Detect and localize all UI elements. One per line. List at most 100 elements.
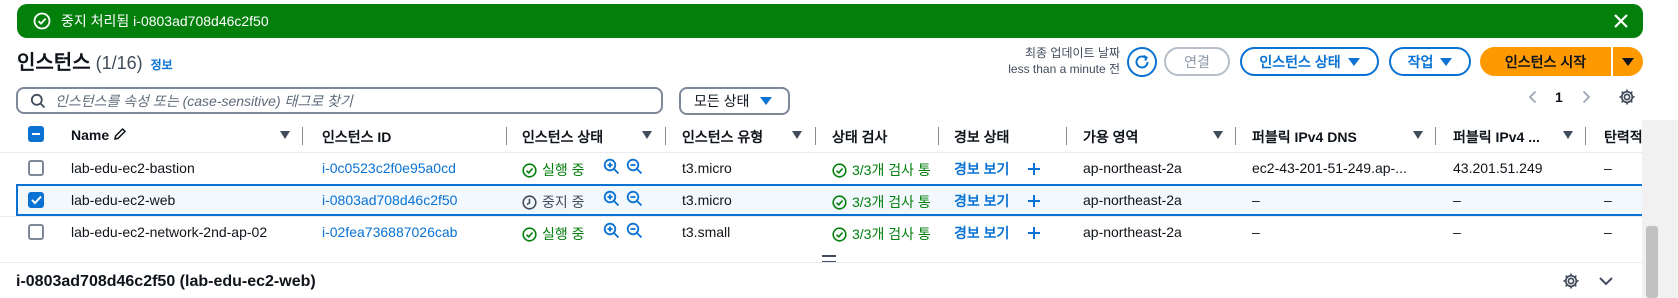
zoom-controls [603,158,643,175]
sort-caret-icon[interactable] [792,131,802,139]
instance-state-button[interactable]: 인스턴스 상태 [1240,47,1379,76]
view-alarms-link[interactable]: 경보 보기 [954,159,1009,179]
select-all-checkbox[interactable] [28,126,44,142]
column-header-public-dns[interactable]: 퍼블릭 IPv4 DNS [1252,127,1357,147]
caret-down-icon [1440,57,1453,66]
zoom-in-icon[interactable] [603,158,620,175]
selection-count: (1/16) [95,53,143,73]
availability-zone: ap-northeast-2a [1083,160,1182,176]
chevron-right-icon[interactable] [1580,90,1592,104]
caret-down-icon [1622,57,1634,66]
chevron-left-icon[interactable] [1527,90,1539,104]
actions-button[interactable]: 작업 [1389,47,1471,76]
row-checkbox-checked[interactable] [28,192,44,208]
public-ipv4: – [1453,192,1461,208]
column-divider[interactable] [815,127,816,145]
check-circle-icon [522,226,537,242]
elastic-ip: – [1604,224,1612,240]
sort-caret-icon[interactable] [280,131,290,139]
scrollbar-thumb[interactable] [1646,226,1658,298]
plus-icon[interactable] [1027,194,1041,208]
instance-id-link[interactable]: i-02fea736887026cab [322,224,457,240]
sort-caret-icon[interactable] [1563,131,1573,139]
instance-state: 중지 중 [522,192,585,212]
column-header-public-ipv4[interactable]: 퍼블릭 IPv4 ... [1453,127,1540,147]
row-checkbox[interactable] [28,160,44,176]
instance-id-link[interactable]: i-0c0523c2f0e95a0cd [322,160,456,176]
view-alarms-link[interactable]: 경보 보기 [954,223,1009,243]
status-check: 3/3개 검사 통 [832,192,931,212]
column-header-instance-id[interactable]: 인스턴스 ID [322,127,391,147]
instances-header: 인스턴스 (1/16) 정보 [17,46,173,75]
zoom-in-icon[interactable] [603,222,620,239]
column-header-status-check[interactable]: 상태 검사 [832,127,887,147]
instance-name: lab-edu-ec2-web [71,192,176,208]
launch-instances-button[interactable]: 인스턴스 시작 [1480,47,1611,76]
info-link[interactable]: 정보 [151,56,173,73]
connect-button[interactable]: 연결 [1164,47,1230,76]
sort-caret-icon[interactable] [1413,131,1423,139]
availability-zone: ap-northeast-2a [1083,224,1182,240]
column-header-availability-zone[interactable]: 가용 영역 [1083,127,1138,147]
zoom-out-icon[interactable] [626,222,643,239]
alarm-status: 경보 보기 [954,191,1041,211]
gear-icon[interactable] [1618,88,1636,106]
launch-dropdown-button[interactable] [1613,47,1643,76]
close-icon[interactable] [1613,13,1629,29]
zoom-out-icon[interactable] [626,158,643,175]
sort-caret-icon[interactable] [1213,131,1223,139]
gear-icon[interactable] [1562,272,1580,290]
zoom-out-icon[interactable] [626,190,643,207]
view-alarms-link[interactable]: 경보 보기 [954,191,1009,211]
search-box[interactable] [16,87,663,114]
detail-title: i-0803ad708d46c2f50 (lab-edu-ec2-web) [16,273,316,290]
public-ipv4: 43.201.51.249 [1453,160,1543,176]
search-icon [30,93,46,109]
zoom-in-icon[interactable] [603,190,620,207]
check-circle-icon [522,162,537,178]
availability-zone: ap-northeast-2a [1083,192,1182,208]
column-divider[interactable] [1435,127,1436,145]
state-filter-select[interactable]: 모든 상태 [679,87,790,115]
last-updated: 최종 업데이트 날짜 less than a minute 전 [990,45,1120,77]
table-row[interactable]: lab-edu-ec2-bastion i-0c0523c2f0e95a0cd … [0,152,1678,184]
chevron-down-icon[interactable] [1598,274,1614,288]
actions-label: 작업 [1407,53,1434,70]
column-header-name[interactable]: Name [71,127,127,143]
column-header-alarm-status[interactable]: 경보 상태 [954,127,1009,147]
instance-id-link[interactable]: i-0803ad708d46c2f50 [322,192,457,208]
column-divider[interactable] [938,127,939,145]
column-divider[interactable] [665,127,666,145]
check-circle-icon [832,226,847,242]
column-divider[interactable] [1235,127,1236,145]
refresh-button[interactable] [1127,47,1157,77]
page-number[interactable]: 1 [1555,89,1563,105]
column-divider[interactable] [1066,127,1067,145]
sort-caret-icon[interactable] [642,131,652,139]
plus-icon[interactable] [1027,226,1041,240]
table-row[interactable]: lab-edu-ec2-network-2nd-ap-02 i-02fea736… [0,216,1678,248]
alarm-status: 경보 보기 [954,223,1041,243]
zoom-controls [603,190,643,207]
elastic-ip: – [1604,192,1612,208]
elastic-ip: – [1604,160,1612,176]
search-input[interactable] [55,92,645,109]
column-header-elastic-ip[interactable]: 탄력적 [1604,127,1643,147]
column-header-instance-state[interactable]: 인스턴스 상태 [522,127,603,147]
plus-icon[interactable] [1027,162,1041,176]
column-divider[interactable] [506,127,507,145]
zoom-controls [603,222,643,239]
public-ipv4: – [1453,224,1461,240]
refresh-icon [1133,53,1151,71]
row-checkbox[interactable] [28,224,44,240]
column-header-instance-type[interactable]: 인스턴스 유형 [682,127,763,147]
table-row-selected[interactable]: lab-edu-ec2-web i-0803ad708d46c2f50 중지 중… [16,184,1678,216]
column-divider[interactable] [1585,127,1586,145]
column-divider[interactable] [302,127,303,145]
instance-state-label: 인스턴스 상태 [1259,53,1341,70]
status-check: 3/3개 검사 통 [832,224,931,244]
last-updated-value: less than a minute 전 [1008,62,1120,76]
checkmark-icon [30,195,42,205]
public-dns: ec2-43-201-51-249.ap-... [1252,160,1407,176]
instance-type: t3.micro [682,160,732,176]
